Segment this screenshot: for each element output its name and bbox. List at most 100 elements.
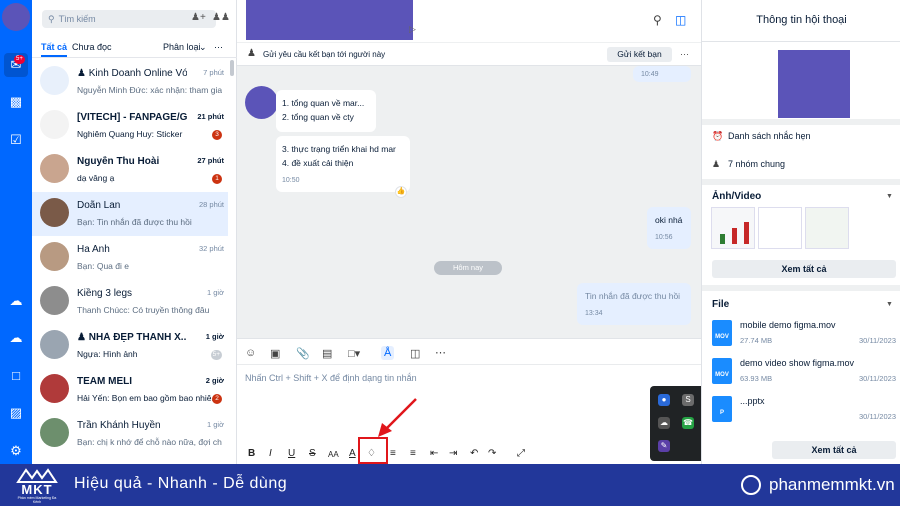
bold-icon[interactable]: B	[248, 448, 255, 459]
search-icon[interactable]: ⚲	[653, 13, 662, 27]
font-color-icon[interactable]: A	[349, 448, 356, 459]
common-groups-link[interactable]: ♟ 7 nhóm chung	[712, 159, 785, 170]
conversation-name-text: Trần Khánh Huyền	[77, 420, 161, 431]
whatsapp-icon[interactable]: ☎	[682, 417, 694, 429]
message-bubble[interactable]: 10:49	[633, 66, 691, 82]
text-format-icon[interactable]: Å	[381, 346, 395, 360]
conversation-item[interactable]: Nguyễn Thu Hoài dạ vâng ạ 27 phút 1	[32, 148, 228, 192]
more-options-icon[interactable]: ⋯	[680, 49, 689, 60]
strikethrough-icon[interactable]: S	[309, 448, 316, 459]
screenshot-icon[interactable]: □▾	[348, 347, 360, 360]
last-message-preview: Bạn: Qua đi e	[77, 261, 129, 271]
add-friend-icon[interactable]: ♟+	[191, 12, 206, 23]
briefcase-icon[interactable]: ▨	[4, 401, 28, 425]
file-item[interactable]: P ...pptx 30/11/2023	[712, 394, 898, 428]
file-item[interactable]: MOV mobile demo figma.mov 27.74 MB 30/11/20…	[712, 318, 898, 352]
create-group-icon[interactable]: ♟♟	[212, 12, 230, 23]
font-size-icon[interactable]: AA	[328, 450, 339, 459]
user-avatar[interactable]	[2, 3, 30, 31]
message-time: 21 phút	[197, 112, 224, 121]
tag-icon[interactable]: ▷	[409, 24, 416, 35]
last-message-preview: Hải Yến: Bọn em bao gồm bao nhiê...	[77, 393, 219, 403]
undo-icon[interactable]: ↶	[470, 448, 478, 459]
skype-icon[interactable]: S	[682, 394, 694, 406]
sender-avatar[interactable]	[245, 86, 278, 119]
avatar	[40, 286, 69, 315]
message-bubble[interactable]: oki nhá 10:56	[647, 207, 691, 249]
conversation-tabs: Tất cả Chưa đọc Phân loại ⌄ ⋯	[32, 38, 237, 58]
image-icon[interactable]: ▣	[270, 347, 280, 360]
chrome-icon[interactable]: ●	[658, 394, 670, 406]
message-bubble[interactable]: Tin nhắn đã được thu hồi 13:34	[577, 283, 691, 325]
collapse-caret-icon[interactable]: ▼	[886, 301, 893, 308]
indent-increase-icon[interactable]: ⇥	[449, 448, 457, 459]
underline-icon[interactable]: U	[288, 448, 295, 459]
friend-request-bar: ♟ Gửi yêu cầu kết bạn tới người này Gửi …	[237, 42, 701, 66]
numbered-list-icon[interactable]: ≡	[410, 448, 416, 459]
contact-card-icon[interactable]: ▤	[322, 347, 332, 360]
contacts-nav-icon[interactable]: ▩	[4, 90, 28, 114]
tab-unread[interactable]: Chưa đọc	[72, 42, 112, 52]
chevron-down-icon[interactable]: ⌄	[199, 42, 207, 53]
message-time: 7 phút	[203, 68, 224, 77]
conversation-item[interactable]: [VITECH] - FANPAGE/GRO... Nghiêm Quang Hu…	[32, 104, 228, 148]
website-link[interactable]: phanmemmkt.vn	[769, 475, 895, 495]
quick-message-icon[interactable]: ◫	[410, 347, 420, 360]
conversation-item[interactable]: Trần Khánh Huyền Bạn: chị k nhớ để chỗ nà…	[32, 412, 228, 456]
attachment-icon[interactable]: 📎	[296, 347, 310, 360]
message-input[interactable]: Nhấn Ctrl + Shift + X để định dạng tin n…	[245, 373, 417, 383]
cloud-icon[interactable]: ☁	[658, 417, 670, 429]
media-thumbnail[interactable]	[711, 207, 755, 249]
file-name: mobile demo figma.mov	[740, 320, 836, 330]
italic-icon[interactable]: I	[269, 448, 272, 459]
more-options-icon[interactable]: ⋯	[435, 346, 446, 359]
screenshot-icon[interactable]: □	[4, 363, 28, 387]
media-thumbnail[interactable]	[805, 207, 849, 249]
list-scrollbar[interactable]	[230, 60, 234, 76]
notification-badge: 5+	[14, 55, 25, 64]
file-size: 63.93 MB	[740, 374, 773, 383]
reminders-link[interactable]: ⏰ Danh sách nhắc hẹn	[712, 131, 811, 142]
group-avatar[interactable]	[778, 50, 850, 118]
classify-dropdown[interactable]: Phân loại	[163, 42, 201, 52]
conversation-item[interactable]: Kiềng 3 legs Thanh Chúcc: Có truyền thông…	[32, 280, 228, 324]
file-item[interactable]: MOV demo video show figma.mov 63.93 MB 30/1…	[712, 356, 898, 390]
cloud-sync-icon[interactable]: ☁	[4, 289, 28, 313]
bullet-list-icon[interactable]: ≡	[390, 448, 396, 459]
tab-all[interactable]: Tất cả	[41, 42, 67, 52]
alarm-clock-icon: ⏰	[712, 131, 724, 141]
more-options-icon[interactable]: ⋯	[214, 42, 223, 53]
send-friend-request-button[interactable]: Gửi kết bạn	[607, 47, 672, 62]
toggle-info-panel-icon[interactable]: ◫	[675, 13, 686, 27]
settings-gear-icon[interactable]: ⚙	[4, 439, 28, 463]
cloud-icon[interactable]: ☁	[4, 326, 28, 350]
conversation-name: Trần Khánh Huyền	[77, 420, 187, 431]
redo-icon[interactable]: ↷	[488, 448, 496, 459]
conversation-item[interactable]: Ha Anh Bạn: Qua đi e 32 phút	[32, 236, 228, 280]
todo-nav-icon[interactable]: ☑	[4, 128, 28, 152]
chat-panel: ▷ ⚲ ◫ ♟ Gửi yêu cầu kết bạn tới người nà…	[237, 0, 701, 464]
indent-decrease-icon[interactable]: ⇤	[430, 448, 438, 459]
media-section-title[interactable]: Ảnh/Video	[712, 191, 761, 202]
see-all-media-button[interactable]: Xem tất cả	[712, 260, 896, 278]
avatar	[40, 242, 69, 271]
collapse-caret-icon[interactable]: ▼	[886, 193, 893, 200]
like-reaction-icon[interactable]: 👍	[395, 186, 407, 198]
file-type-icon: MOV	[712, 358, 732, 384]
divider	[702, 285, 900, 291]
sticker-icon[interactable]: ☺	[245, 347, 256, 359]
message-bubble[interactable]: 3. thực trạng triển khai hd mar 4. đề xu…	[276, 136, 410, 192]
highlight-box	[358, 437, 388, 464]
feather-icon[interactable]: ✎	[658, 440, 670, 452]
file-section-title[interactable]: File	[712, 299, 729, 310]
see-all-files-button[interactable]: Xem tất cả	[772, 441, 896, 459]
conversation-item[interactable]: ♟ Kinh Doanh Online Với ... Nguyễn Minh Đ…	[32, 60, 228, 104]
conversation-item[interactable]: TEAM MELI Hải Yến: Bọn em bao gồm bao nhi…	[32, 368, 228, 412]
expand-icon[interactable]: ⤢	[517, 448, 525, 459]
message-bubble[interactable]: 1. tổng quan về mar... 2. tổng quan về c…	[276, 90, 376, 132]
conversation-item[interactable]: ♟ NHÀ ĐẸP THANH X... Ngựa: Hình ảnh 1 giờ 5…	[32, 324, 228, 368]
conversation-name: Ha Anh	[77, 244, 187, 255]
conversation-item[interactable]: Doãn Lan Bạn: Tin nhắn đã được thu hồi 28 …	[32, 192, 228, 236]
search-input[interactable]: ⚲ Tìm kiếm	[42, 10, 216, 28]
media-thumbnail[interactable]	[758, 207, 802, 249]
